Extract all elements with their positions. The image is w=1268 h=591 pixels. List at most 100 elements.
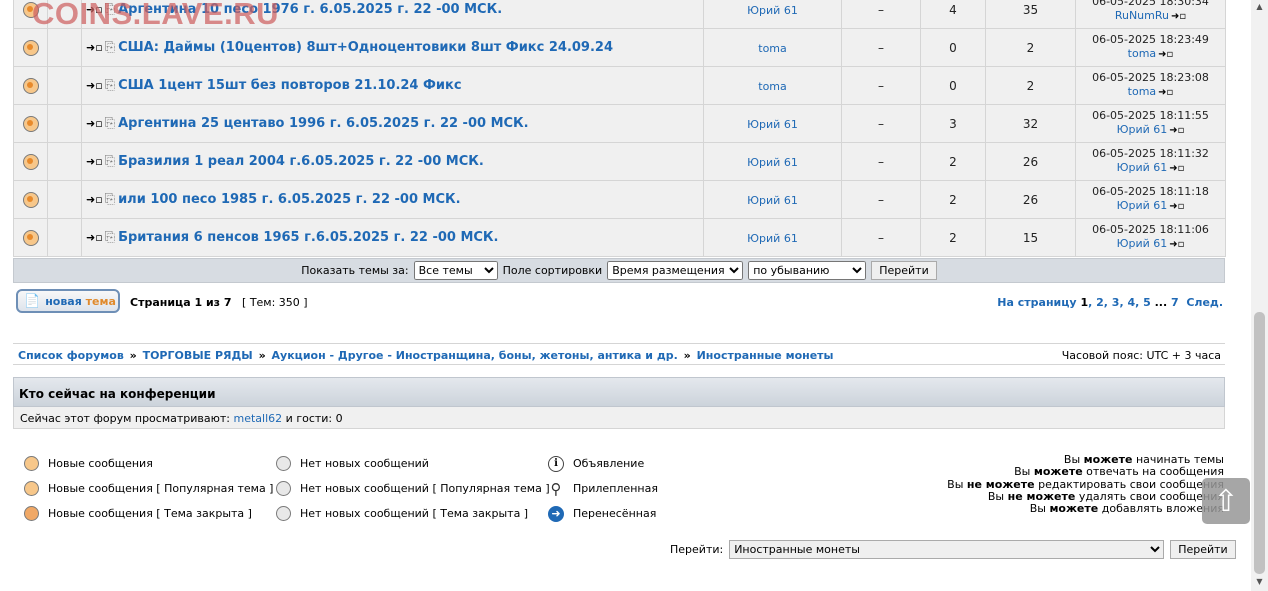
next-page-link[interactable]: След. bbox=[1186, 296, 1223, 309]
topic-title-link[interactable]: или 100 песо 1985 г. 6.05.2025 г. 22 -00… bbox=[118, 192, 461, 207]
topic-author-link[interactable]: Юрий 61 bbox=[747, 232, 798, 245]
timezone: Часовой пояс: UTC + 3 часа bbox=[1061, 349, 1221, 362]
topic-replies-cell: 3 bbox=[920, 104, 986, 143]
page-link[interactable]: 2 bbox=[1096, 296, 1104, 309]
scroll-to-top-button[interactable]: ⇧ bbox=[1202, 478, 1250, 524]
view-latest-icon[interactable]: ➜▫ bbox=[1169, 239, 1184, 250]
scroll-up-arrow-icon[interactable]: ▲ bbox=[1254, 2, 1265, 14]
topic-title-link[interactable]: США: Даймы (10центов) 8шт+Одноцентовики … bbox=[118, 40, 613, 55]
topic-extra-cell: – bbox=[841, 104, 921, 143]
page-info: Страница 1 из 7 [ Тем: 350 ] bbox=[130, 296, 308, 309]
topic-views: 35 bbox=[1022, 2, 1039, 17]
view-latest-icon[interactable]: ➜▫ bbox=[1171, 11, 1186, 22]
go-to-newest-icon[interactable]: ➜▫ bbox=[86, 3, 103, 16]
topic-author-cell: toma bbox=[703, 28, 842, 67]
view-latest-icon[interactable]: ➜▫ bbox=[1169, 201, 1184, 212]
go-to-newest-icon[interactable]: ➜▫ bbox=[86, 193, 103, 206]
permission-verb: можете bbox=[1083, 453, 1133, 466]
topic-title-link[interactable]: США 1цент 15шт без повторов 21.10.24 Фик… bbox=[118, 78, 461, 93]
show-topics-select[interactable]: Все темы bbox=[413, 261, 498, 280]
last-post-author-link[interactable]: toma bbox=[1128, 85, 1157, 98]
view-latest-icon[interactable]: ➜▫ bbox=[1169, 163, 1184, 174]
page-link[interactable]: 5 bbox=[1143, 296, 1151, 309]
legend-label: Новые сообщения [ Тема закрыта ] bbox=[48, 507, 252, 520]
legend-no-new: Нет новых сообщений Нет новых сообщений … bbox=[274, 451, 550, 526]
view-latest-icon[interactable]: ➜▫ bbox=[1169, 125, 1184, 136]
legend-label: Новые сообщения bbox=[48, 457, 153, 470]
breadcrumb-trade[interactable]: ТОРГОВЫЕ РЯДЫ bbox=[143, 349, 253, 362]
topic-replies: 0 bbox=[949, 78, 957, 93]
topic-extra-cell: – bbox=[841, 142, 921, 181]
topic-row: ➜▫ ⎘ Бразилия 1 реал 2004 г.6.05.2025 г. 2… bbox=[13, 142, 1226, 181]
topic-type-cell bbox=[47, 104, 82, 143]
sort-field-select[interactable]: Время размещения bbox=[607, 261, 744, 280]
permission-pre: Вы bbox=[1014, 465, 1031, 479]
topic-title-link[interactable]: Аргентина 25 центаво 1996 г. 6.05.2025 г… bbox=[118, 116, 529, 131]
topic-title-link[interactable]: Бразилия 1 реал 2004 г.6.05.2025 г. 22 -… bbox=[118, 154, 484, 169]
legend-label: Нет новых сообщений [ Популярная тема ] bbox=[300, 482, 550, 495]
permission-action: редактировать свои сообщения bbox=[1038, 477, 1224, 491]
no-new-posts-hot-icon bbox=[275, 481, 291, 496]
last-post-author-link[interactable]: Юрий 61 bbox=[1117, 123, 1168, 136]
breadcrumb-sep: » bbox=[258, 349, 266, 362]
scroll-down-arrow-icon[interactable]: ▼ bbox=[1254, 577, 1265, 589]
go-to-newest-icon[interactable]: ➜▫ bbox=[86, 231, 103, 244]
legend-label: Перенесённая bbox=[573, 507, 657, 520]
sort-go-button[interactable]: Перейти bbox=[871, 261, 937, 280]
view-latest-icon[interactable]: ➜▫ bbox=[1158, 49, 1173, 60]
topic-type-cell bbox=[47, 0, 82, 29]
page-link[interactable]: 4 bbox=[1127, 296, 1135, 309]
breadcrumb-auction[interactable]: Аукцион - Другое - Иностранщина, боны, ж… bbox=[272, 349, 678, 362]
topic-author-link[interactable]: Юрий 61 bbox=[747, 156, 798, 169]
topic-author-link[interactable]: Юрий 61 bbox=[747, 194, 798, 207]
online-prefix: Сейчас этот форум просматривают: bbox=[20, 412, 231, 425]
permission-verb: не можете bbox=[1007, 489, 1076, 503]
topic-last-post-cell: 06-05-2025 18:11:18 Юрий 61 ➜▫ bbox=[1075, 180, 1226, 219]
page-link[interactable]: 3 bbox=[1112, 296, 1120, 309]
topic-author-link[interactable]: Юрий 61 bbox=[747, 4, 798, 17]
breadcrumb: Список форумов » ТОРГОВЫЕ РЯДЫ » Аукцион… bbox=[18, 349, 834, 362]
scroll-thumb[interactable] bbox=[1254, 312, 1265, 574]
sort-order-select[interactable]: по убыванию bbox=[748, 261, 867, 280]
new-topic-button[interactable]: 📄 новая тема bbox=[16, 289, 120, 313]
breadcrumb-forum-list[interactable]: Список форумов bbox=[18, 349, 124, 362]
permission-action: начинать темы bbox=[1135, 453, 1224, 466]
jump-go-button[interactable]: Перейти bbox=[1170, 540, 1236, 559]
go-to-newest-icon[interactable]: ➜▫ bbox=[86, 155, 103, 168]
jump-forum-select[interactable]: Иностранные монеты bbox=[729, 540, 1165, 559]
breadcrumb-foreign-coins[interactable]: Иностранные монеты bbox=[697, 349, 834, 362]
topic-rows: ➜▫ ⎘ Аргентина 10 песо 1976 г. 6.05.2025 г… bbox=[13, 0, 1226, 257]
topic-title-link[interactable]: Аргентина 10 песо 1976 г. 6.05.2025 г. 2… bbox=[118, 2, 502, 17]
legend-item: Новые сообщения [ Тема закрыта ] bbox=[22, 501, 273, 526]
last-post-author-link[interactable]: RuNumRu bbox=[1115, 9, 1169, 22]
page-link-current: 1 bbox=[1080, 296, 1089, 309]
last-post-author-link[interactable]: Юрий 61 bbox=[1117, 237, 1168, 250]
paperclip-icon: ⎘ bbox=[104, 192, 116, 207]
topic-status-cell bbox=[13, 218, 48, 257]
last-post-author-link[interactable]: toma bbox=[1128, 47, 1157, 60]
last-post-date: 06-05-2025 18:11:06 bbox=[1092, 223, 1209, 236]
topic-extra-cell: – bbox=[841, 0, 921, 29]
legend-label: Нет новых сообщений [ Тема закрыта ] bbox=[300, 507, 529, 520]
topic-author-link[interactable]: toma bbox=[758, 80, 787, 93]
permission-line: Вы можете добавлять вложения bbox=[947, 503, 1224, 515]
page-scrollbar[interactable]: ▲ ▼ bbox=[1251, 0, 1268, 591]
topic-extra: – bbox=[878, 78, 884, 93]
go-to-newest-icon[interactable]: ➜▫ bbox=[86, 79, 103, 92]
topic-author-link[interactable]: Юрий 61 bbox=[747, 118, 798, 131]
topic-title-link[interactable]: Британия 6 пенсов 1965 г.6.05.2025 г. 22… bbox=[118, 230, 498, 245]
arrow-up-icon: ⇧ bbox=[1213, 483, 1239, 519]
page-link-last[interactable]: 7 bbox=[1171, 296, 1179, 309]
topic-status-cell bbox=[13, 104, 48, 143]
online-user-link[interactable]: metall62 bbox=[234, 412, 283, 425]
last-post-author-link[interactable]: Юрий 61 bbox=[1117, 161, 1168, 174]
view-latest-icon[interactable]: ➜▫ bbox=[1158, 87, 1173, 98]
last-post-author-link[interactable]: Юрий 61 bbox=[1117, 199, 1168, 212]
paperclip-icon: ⎘ bbox=[104, 116, 116, 131]
topic-author-link[interactable]: toma bbox=[758, 42, 787, 55]
legend-label: Нет новых сообщений bbox=[300, 457, 429, 470]
last-post-date: 06-05-2025 18:23:49 bbox=[1092, 33, 1209, 46]
go-to-newest-icon[interactable]: ➜▫ bbox=[86, 41, 103, 54]
topic-last-post-cell: 06-05-2025 18:30:34 RuNumRu ➜▫ bbox=[1075, 0, 1226, 29]
go-to-newest-icon[interactable]: ➜▫ bbox=[86, 117, 103, 130]
